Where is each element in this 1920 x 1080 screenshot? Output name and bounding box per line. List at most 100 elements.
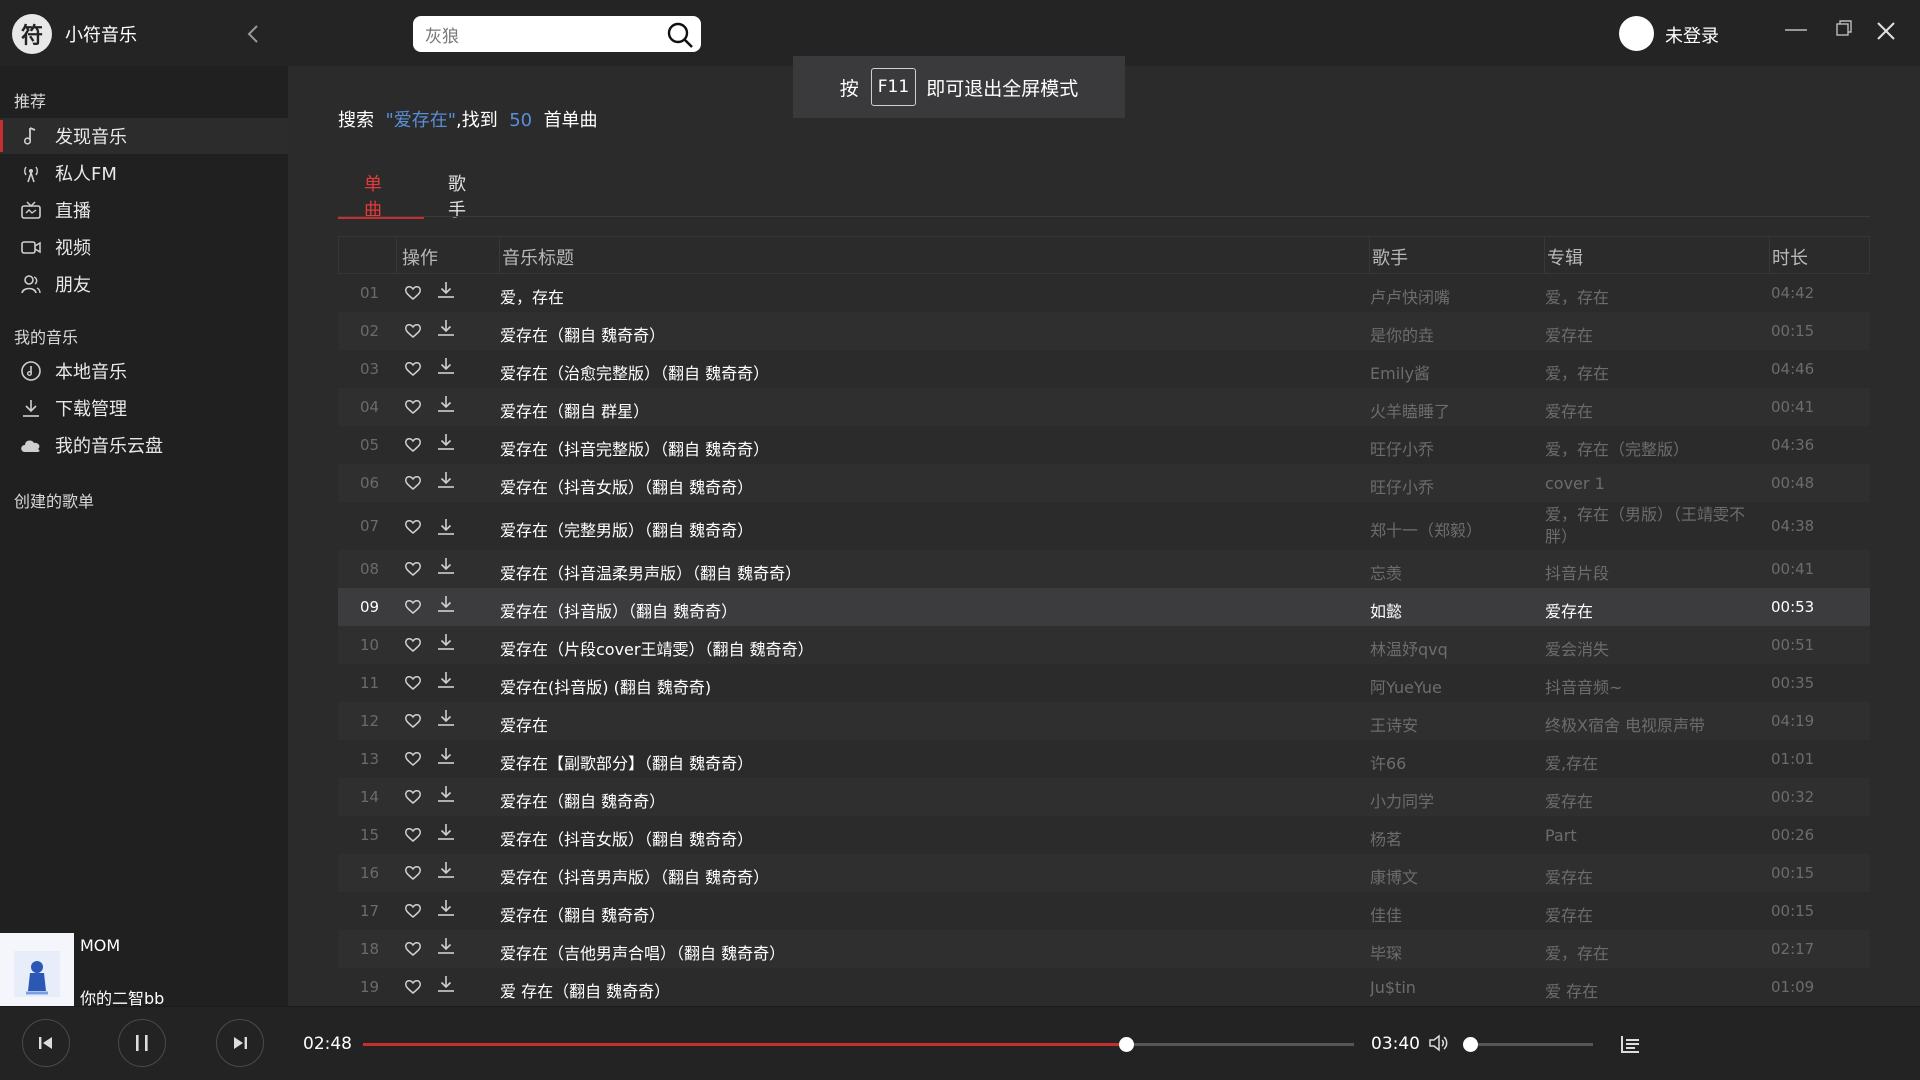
download-icon[interactable] [435, 594, 457, 616]
table-row[interactable]: 14 爱存在（翻自 魏奇奇） 小力同学 爱存在 00:32 [338, 778, 1870, 816]
sidebar-item-discover[interactable]: 发现音乐 [0, 118, 288, 154]
song-album[interactable]: 爱，存在（男版）（王靖雯不胖） [1545, 504, 1760, 548]
song-album[interactable]: 爱存在 [1545, 864, 1760, 888]
song-artist[interactable]: 佳佳 [1370, 902, 1540, 926]
like-heart-icon[interactable] [403, 473, 423, 493]
sidebar-group-playlists[interactable]: 创建的歌单 [14, 488, 94, 512]
like-heart-icon[interactable] [403, 517, 423, 537]
song-title[interactable]: 爱存在（吉他男声合唱）（翻自 魏奇奇） [500, 940, 1200, 964]
table-row[interactable]: 16 爱存在（抖音男声版）（翻自 魏奇奇） 康博文 爱存在 00:15 [338, 854, 1870, 892]
song-title[interactable]: 爱存在（抖音女版）（翻自 魏奇奇） [500, 826, 1200, 850]
download-icon[interactable] [435, 746, 457, 768]
song-artist[interactable]: 卢卢快闭嘴 [1370, 284, 1540, 308]
song-artist[interactable]: 是你的垚 [1370, 322, 1540, 346]
download-icon[interactable] [435, 898, 457, 920]
download-icon[interactable] [435, 708, 457, 730]
song-artist[interactable]: 康博文 [1370, 864, 1540, 888]
close-button[interactable] [1871, 16, 1901, 46]
like-heart-icon[interactable] [403, 825, 423, 845]
download-icon[interactable] [435, 556, 457, 578]
like-heart-icon[interactable] [403, 977, 423, 997]
app-logo[interactable]: 符 [12, 14, 52, 54]
table-row[interactable]: 17 爱存在（翻自 魏奇奇） 佳佳 爱存在 00:15 [338, 892, 1870, 930]
like-heart-icon[interactable] [403, 283, 423, 303]
song-title[interactable]: 爱存在 [500, 712, 1200, 736]
download-icon[interactable] [435, 470, 457, 492]
download-icon[interactable] [435, 974, 457, 996]
like-heart-icon[interactable] [403, 787, 423, 807]
table-row[interactable]: 12 爱存在 王诗安 终极X宿舍 电视原声带 04:19 [338, 702, 1870, 740]
song-artist[interactable]: 小力同学 [1370, 788, 1540, 812]
sidebar-item-downloads[interactable]: 下载管理 [0, 390, 288, 426]
download-icon[interactable] [435, 860, 457, 882]
song-title[interactable]: 爱存在（抖音完整版）（翻自 魏奇奇） [500, 436, 1200, 460]
song-artist[interactable]: 许66 [1370, 750, 1540, 774]
table-row[interactable]: 06 爱存在（抖音女版）（翻自 魏奇奇） 旺仔小乔 cover 1 00:48 [338, 464, 1870, 502]
like-heart-icon[interactable] [403, 397, 423, 417]
tab-songs[interactable]: 单曲 [338, 170, 424, 221]
table-row[interactable]: 08 爱存在（抖音温柔男声版）（翻自 魏奇奇） 忘羡 抖音片段 00:41 [338, 550, 1870, 588]
download-icon[interactable] [435, 822, 457, 844]
song-title[interactable]: 爱存在（抖音女版）（翻自 魏奇奇） [500, 474, 1200, 498]
like-heart-icon[interactable] [403, 711, 423, 731]
song-title[interactable]: 爱存在（翻自 魏奇奇） [500, 788, 1200, 812]
now-playing-title[interactable]: MOM [80, 936, 120, 955]
song-album[interactable]: 爱,存在 [1545, 750, 1760, 774]
sidebar-item-friends[interactable]: 朋友 [0, 266, 288, 302]
column-header-duration[interactable]: 时长 [1772, 244, 1808, 270]
song-title[interactable]: 爱存在(抖音版) (翻自 魏奇奇) [500, 674, 1200, 698]
song-album[interactable]: 抖音音频~ [1545, 674, 1760, 698]
song-album[interactable]: 终极X宿舍 电视原声带 [1545, 712, 1760, 736]
like-heart-icon[interactable] [403, 673, 423, 693]
song-title[interactable]: 爱 存在（翻自 魏奇奇） [500, 978, 1200, 1002]
song-title[interactable]: 爱，存在 [500, 284, 1200, 308]
progress-knob[interactable] [1119, 1037, 1135, 1052]
table-row[interactable]: 10 爱存在（片段cover王靖雯）（翻自 魏奇奇） 林温妤qvq 爱会消失 00:51 [338, 626, 1870, 664]
song-artist[interactable]: 毕琛 [1370, 940, 1540, 964]
song-artist[interactable]: Emily酱 [1370, 360, 1540, 384]
column-header-title[interactable]: 音乐标题 [502, 244, 574, 270]
download-icon[interactable] [435, 356, 457, 378]
song-title[interactable]: 爱存在（片段cover王靖雯）（翻自 魏奇奇） [500, 636, 1200, 660]
song-title[interactable]: 爱存在（治愈完整版）（翻自 魏奇奇） [500, 360, 1200, 384]
song-album[interactable]: 爱存在 [1545, 322, 1760, 346]
download-icon[interactable] [435, 394, 457, 416]
song-title[interactable]: 爱存在（翻自 群星） [500, 398, 1200, 422]
now-playing-cover[interactable] [0, 933, 74, 1006]
table-row[interactable]: 09 爱存在（抖音版）（翻自 魏奇奇） 如懿 爱存在 00:53 [338, 588, 1870, 626]
song-artist[interactable]: 郑十一（郑毅） [1370, 517, 1540, 541]
tab-artists[interactable]: 歌手 [448, 170, 466, 221]
song-title[interactable]: 爱存在（抖音版）（翻自 魏奇奇） [500, 598, 1200, 622]
download-icon[interactable] [435, 670, 457, 692]
table-row[interactable]: 18 爱存在（吉他男声合唱）（翻自 魏奇奇） 毕琛 爱，存在 02:17 [338, 930, 1870, 968]
playlist-button[interactable] [1617, 1031, 1643, 1057]
like-heart-icon[interactable] [403, 635, 423, 655]
volume-knob[interactable] [1462, 1037, 1478, 1052]
song-album[interactable]: 爱存在 [1545, 902, 1760, 926]
sidebar-item-live[interactable]: 直播 [0, 192, 288, 228]
table-row[interactable]: 02 爱存在（翻自 魏奇奇） 是你的垚 爱存在 00:15 [338, 312, 1870, 350]
minimize-button[interactable] [1781, 16, 1811, 46]
song-album[interactable]: 爱，存在（完整版） [1545, 436, 1760, 460]
song-artist[interactable]: 阿YueYue [1370, 674, 1540, 698]
download-icon[interactable] [435, 784, 457, 806]
download-icon[interactable] [435, 517, 457, 539]
download-icon[interactable] [435, 280, 457, 302]
like-heart-icon[interactable] [403, 559, 423, 579]
song-album[interactable]: 爱会消失 [1545, 636, 1760, 660]
like-heart-icon[interactable] [403, 597, 423, 617]
song-title[interactable]: 爱存在（翻自 魏奇奇） [500, 902, 1200, 926]
song-artist[interactable]: 旺仔小乔 [1370, 436, 1540, 460]
download-icon[interactable] [435, 632, 457, 654]
song-album[interactable]: 抖音片段 [1545, 560, 1760, 584]
song-title[interactable]: 爱存在【副歌部分】（翻自 魏奇奇） [500, 750, 1200, 774]
song-album[interactable]: 爱存在 [1545, 788, 1760, 812]
table-row[interactable]: 11 爱存在(抖音版) (翻自 魏奇奇) 阿YueYue 抖音音频~ 00:35 [338, 664, 1870, 702]
song-album[interactable]: 爱，存在 [1545, 940, 1760, 964]
sidebar-item-fm[interactable]: 私人FM [0, 155, 288, 191]
like-heart-icon[interactable] [403, 321, 423, 341]
song-artist[interactable]: 火羊瞌睡了 [1370, 398, 1540, 422]
sidebar-item-video[interactable]: 视频 [0, 229, 288, 265]
song-album[interactable]: Part [1545, 826, 1760, 845]
volume-slider[interactable] [1462, 1037, 1593, 1052]
